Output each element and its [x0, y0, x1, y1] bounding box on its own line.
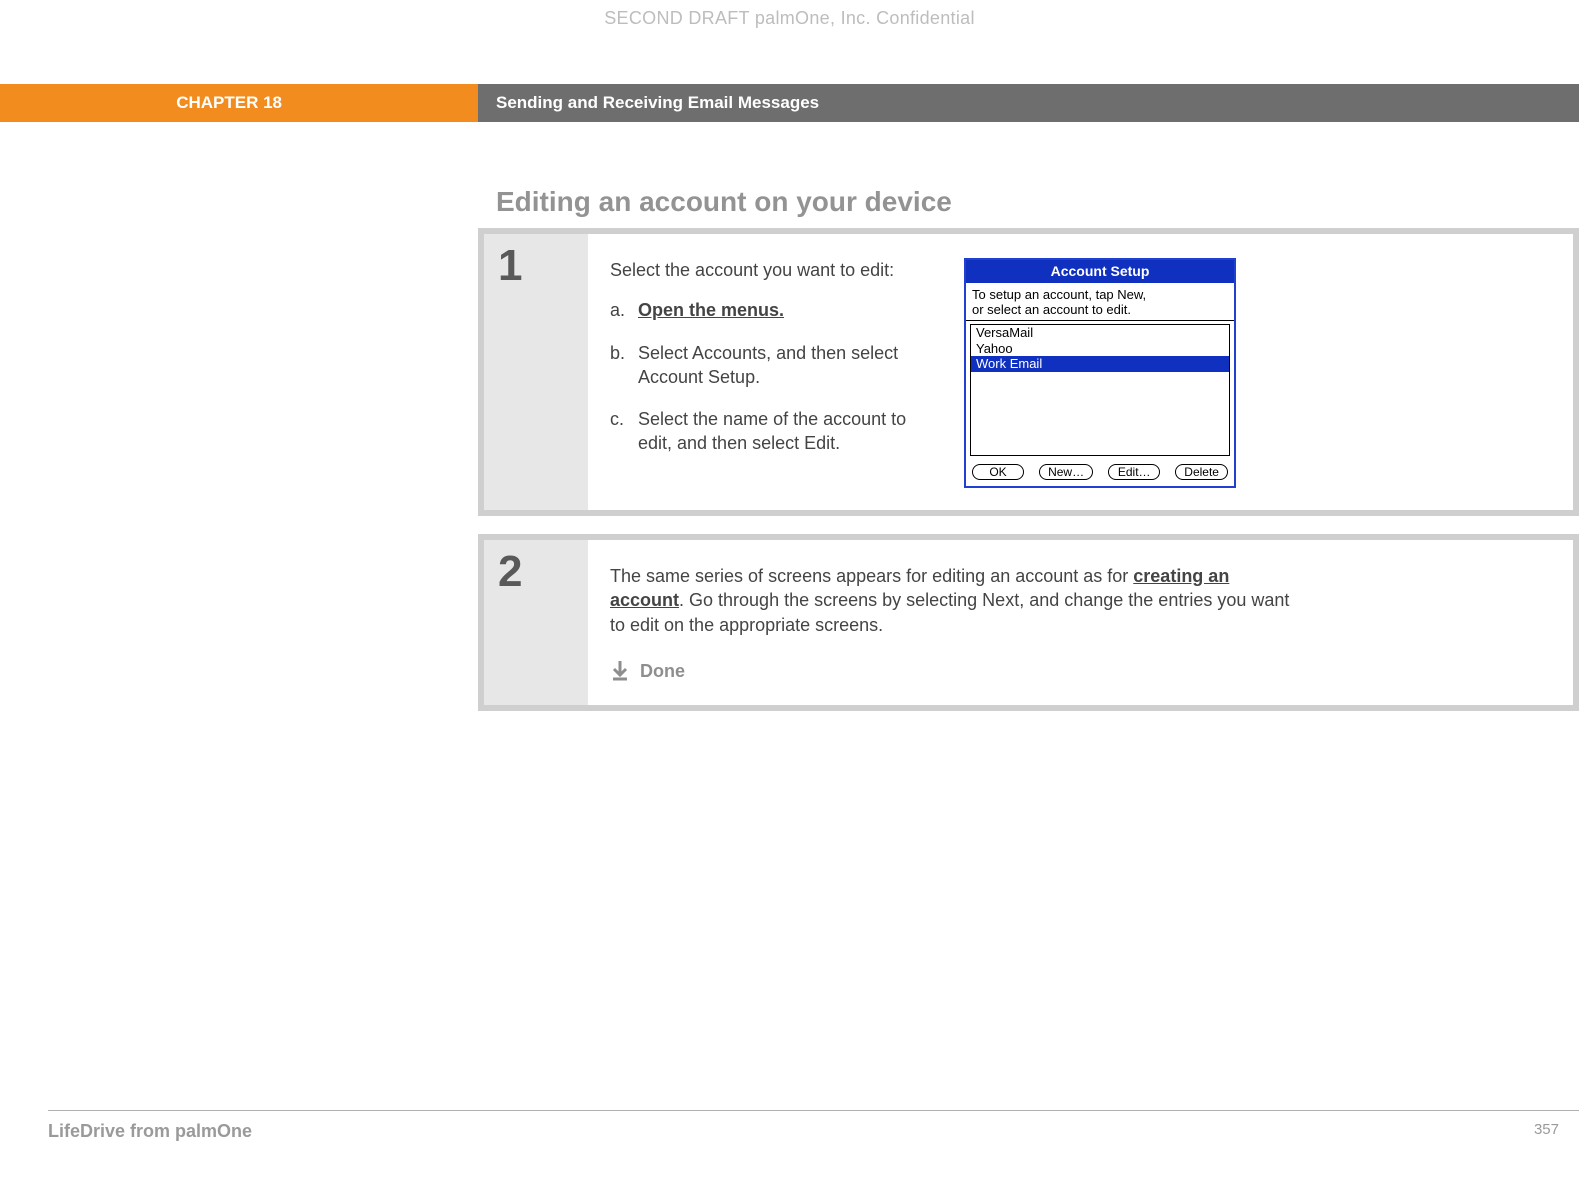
device-titlebar: Account Setup	[966, 260, 1234, 283]
step-1-text: Select the account you want to edit: a.O…	[610, 258, 916, 474]
step-2-number-column: 2	[484, 540, 588, 705]
device-list-item-yahoo[interactable]: Yahoo	[971, 341, 1229, 357]
footer-product: LifeDrive from palmOne	[48, 1121, 252, 1142]
step-2-text: The same series of screens appears for e…	[610, 564, 1290, 683]
step-1a-marker: a.	[610, 298, 638, 322]
step-2-block: 2 The same series of screens appears for…	[478, 534, 1579, 711]
device-list-item-work-email[interactable]: Work Email	[971, 356, 1229, 372]
section-heading: Editing an account on your device	[496, 186, 952, 218]
page-footer: LifeDrive from palmOne 357	[48, 1110, 1579, 1142]
confidential-watermark: SECOND DRAFT palmOne, Inc. Confidential	[0, 8, 1579, 29]
done-row: Done	[610, 659, 1290, 683]
step-1-content: Select the account you want to edit: a.O…	[588, 234, 1573, 510]
open-the-menus-link[interactable]: Open the menus.	[638, 300, 784, 320]
step-2-number: 2	[498, 550, 522, 594]
step-2-text-after: . Go through the screens by selecting Ne…	[610, 590, 1289, 634]
step-2-content: The same series of screens appears for e…	[588, 540, 1573, 705]
step-1c-text: Select the name of the account to edit, …	[638, 409, 906, 453]
step-1b-marker: b.	[610, 341, 638, 365]
step-1c-marker: c.	[610, 407, 638, 431]
step-1-intro: Select the account you want to edit:	[610, 258, 916, 282]
device-new-button[interactable]: New…	[1039, 464, 1093, 480]
step-1c: c.Select the name of the account to edit…	[610, 407, 916, 456]
device-hint-line2: or select an account to edit.	[972, 302, 1228, 318]
step-1b: b.Select Accounts, and then select Accou…	[610, 341, 916, 390]
chapter-label: CHAPTER 18	[0, 84, 478, 122]
device-button-row: OK New… Edit… Delete	[966, 456, 1234, 486]
chapter-title: Sending and Receiving Email Messages	[478, 84, 1579, 122]
device-list-item-versamail[interactable]: VersaMail	[971, 325, 1229, 341]
done-arrow-icon	[610, 660, 630, 682]
step-1-number: 1	[498, 244, 522, 288]
header-bar: CHAPTER 18 Sending and Receiving Email M…	[0, 84, 1579, 122]
device-delete-button[interactable]: Delete	[1175, 464, 1228, 480]
device-ok-button[interactable]: OK	[972, 464, 1024, 480]
step-1a: a.Open the menus.	[610, 298, 916, 322]
account-setup-screenshot: Account Setup To setup an account, tap N…	[964, 258, 1236, 488]
step-1-block: 1 Select the account you want to edit: a…	[478, 228, 1579, 516]
step-1b-text: Select Accounts, and then select Account…	[638, 343, 898, 387]
step-1-number-column: 1	[484, 234, 588, 510]
footer-page-number: 357	[1534, 1121, 1559, 1142]
device-account-list[interactable]: VersaMail Yahoo Work Email	[970, 324, 1230, 456]
done-label: Done	[640, 659, 685, 683]
device-hint: To setup an account, tap New, or select …	[966, 283, 1234, 321]
step-2-text-before: The same series of screens appears for e…	[610, 566, 1133, 586]
device-hint-line1: To setup an account, tap New,	[972, 287, 1228, 303]
device-edit-button[interactable]: Edit…	[1108, 464, 1160, 480]
